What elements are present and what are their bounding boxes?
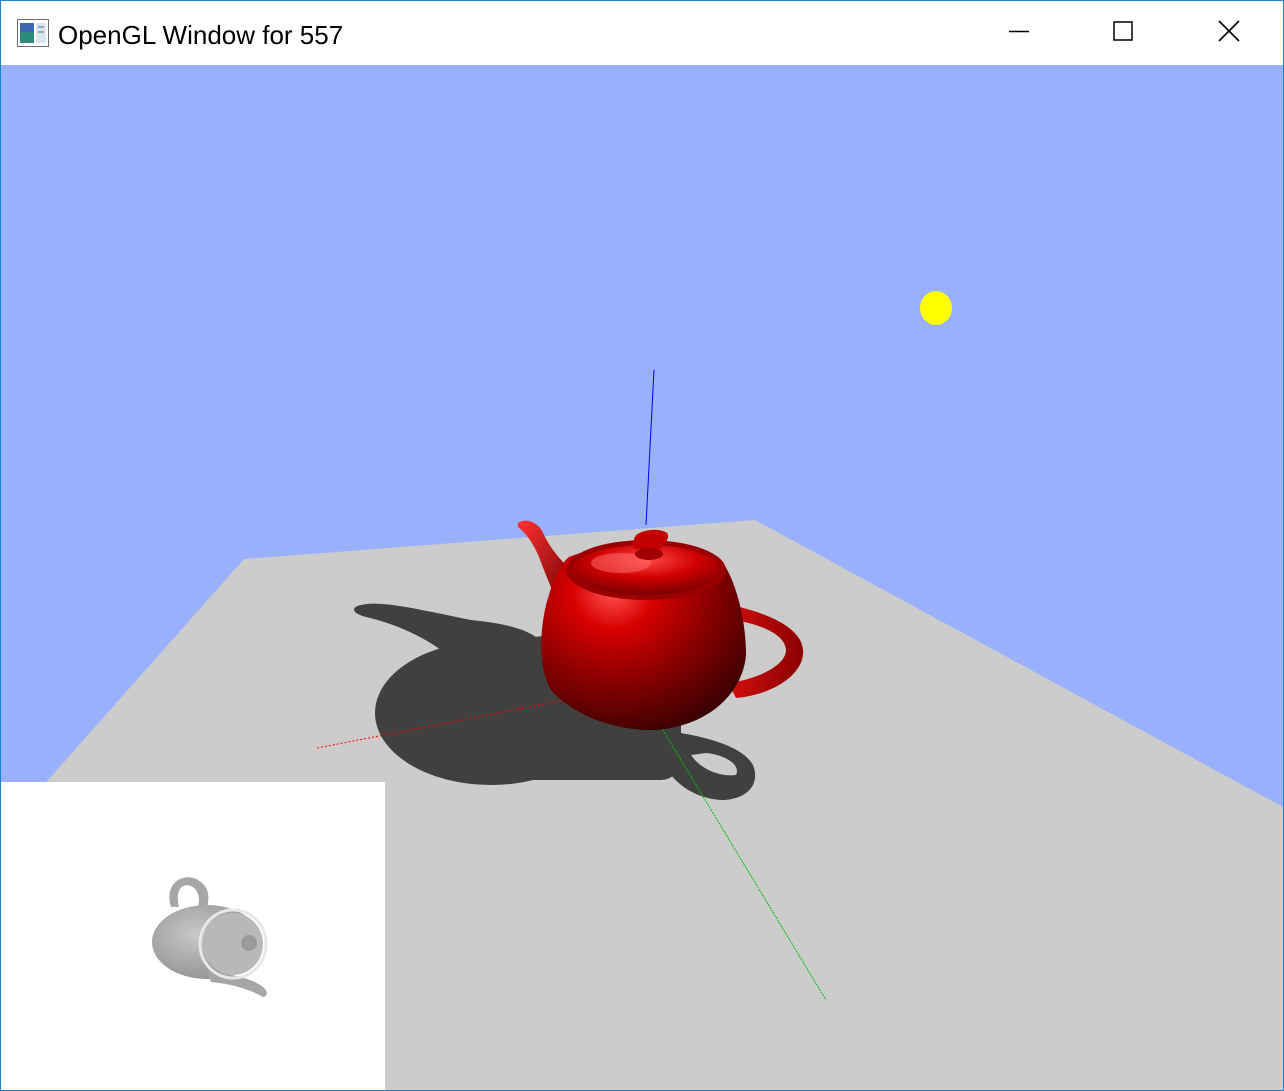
title-bar[interactable]: OpenGL Window for 557 <box>1 1 1283 65</box>
app-window-icon <box>17 19 49 47</box>
shadow-map-teapot <box>152 877 268 997</box>
shadow-map-panel <box>1 782 385 1090</box>
minimize-icon <box>1009 21 1029 46</box>
light-source <box>920 291 952 325</box>
opengl-window: OpenGL Window for 557 <box>0 0 1284 1091</box>
z-axis-line <box>645 369 655 526</box>
close-button[interactable] <box>1175 1 1283 65</box>
maximize-icon <box>1113 20 1133 46</box>
opengl-viewport[interactable] <box>1 65 1283 1090</box>
minimize-button[interactable] <box>967 1 1071 65</box>
window-title: OpenGL Window for 557 <box>58 20 344 50</box>
close-icon <box>1218 19 1240 47</box>
maximize-button[interactable] <box>1071 1 1175 65</box>
